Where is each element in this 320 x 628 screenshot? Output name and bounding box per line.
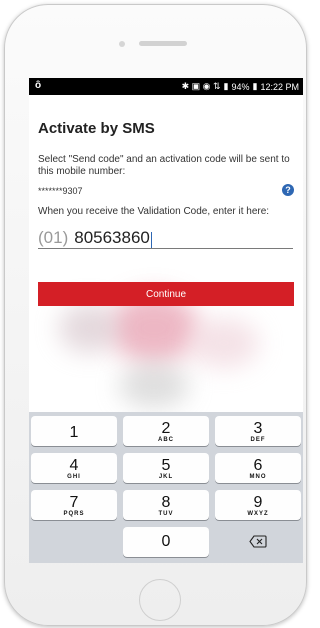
numeric-keypad: 1 2 ABC 3 DEF 4 GHI 5 JKL 6 MNO 7 PQRS 8… [29,412,303,563]
backspace-icon [249,535,267,548]
help-icon[interactable]: ? [282,184,294,196]
key-letters: MNO [249,474,267,480]
key-5[interactable]: 5 JKL [123,453,209,483]
battery-percent: 94% [231,81,250,92]
signal-icon: ▮ [223,81,229,91]
clock: 12:22 PM [260,81,299,92]
status-icons: ✱ ▣ ◉ ⇅ [181,81,221,91]
key-number: 4 [69,457,79,474]
text-caret [150,232,152,248]
key-letters: TUV [158,511,174,517]
masked-phone-number: *******9307 [38,186,83,196]
phone-number-value: 80563860 [74,228,150,247]
earpiece-speaker [139,41,187,46]
key-number: 9 [253,494,263,511]
key-number: 8 [161,494,171,511]
key-6[interactable]: 6 MNO [215,453,301,483]
background-image-part [59,303,119,353]
background-image-part [119,363,189,408]
key-1[interactable]: 1 [31,416,117,446]
key-number: 0 [161,533,171,550]
page-title: Activate by SMS [38,120,155,137]
key-number: 3 [253,420,263,437]
status-right: ✱ ▣ ◉ ⇅ ▮ 94% ▮ 12:22 PM [182,81,299,92]
key-letters: ABC [158,437,174,443]
phone-number-input[interactable]: (01) 80563860 [38,224,293,249]
country-prefix: (01) [38,228,69,247]
key-letters: PQRS [63,511,85,517]
key-3[interactable]: 3 DEF [215,416,301,446]
key-letters: WXYZ [247,511,269,517]
instructions-text: Select "Send code" and an activation cod… [38,154,290,177]
background-image-part [189,318,259,368]
status-bar: ȏ ✱ ▣ ◉ ⇅ ▮ 94% ▮ 12:22 PM [29,78,303,95]
front-camera [119,41,125,47]
notification-icon: ȏ [35,80,42,91]
key-0[interactable]: 0 [123,527,209,557]
key-2[interactable]: 2 ABC [123,416,209,446]
key-number: 1 [69,424,79,441]
key-8[interactable]: 8 TUV [123,490,209,520]
key-4[interactable]: 4 GHI [31,453,117,483]
key-number: 2 [161,420,171,437]
backspace-key[interactable] [215,527,301,557]
phone-frame: ȏ ✱ ▣ ◉ ⇅ ▮ 94% ▮ 12:22 PM Activate by S… [4,4,307,626]
key-number: 7 [69,494,79,511]
key-letters: JKL [158,474,174,480]
key-letters: GHI [67,474,81,480]
enter-code-label: When you receive the Validation Code, en… [38,206,270,217]
key-7[interactable]: 7 PQRS [31,490,117,520]
key-number: 5 [161,457,171,474]
battery-icon: ▮ [252,81,258,91]
key-9[interactable]: 9 WXYZ [215,490,301,520]
key-number: 6 [253,457,263,474]
key-letters: DEF [250,437,266,443]
home-button[interactable] [139,579,181,621]
app-screen: ȏ ✱ ▣ ◉ ⇅ ▮ 94% ▮ 12:22 PM Activate by S… [29,78,303,563]
continue-button[interactable]: Continue [38,282,294,306]
